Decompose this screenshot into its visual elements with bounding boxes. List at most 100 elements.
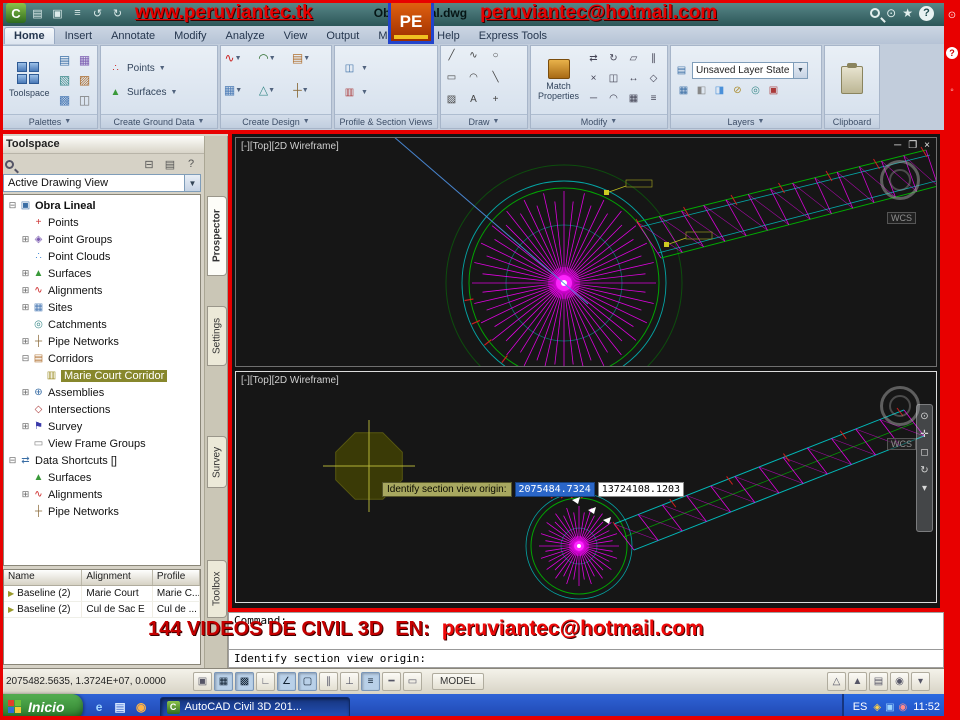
tree-item-sites[interactable]: ⊞ ▦ Sites <box>4 299 200 316</box>
explode-tool-icon[interactable]: ≡ <box>646 91 661 106</box>
infer-constraints-icon[interactable]: ▣ <box>193 672 212 691</box>
toolspace-tab-settings[interactable]: Settings <box>207 306 227 366</box>
styles-palette-icon[interactable]: ▧ <box>56 71 74 89</box>
lineweight-icon[interactable]: ━ <box>382 672 401 691</box>
show-desktop-icon[interactable]: ▤ <box>112 699 129 716</box>
toolspace-help-icon[interactable]: ? <box>183 156 199 172</box>
otrack-icon[interactable]: ∥ <box>319 672 338 691</box>
redo-icon[interactable]: ↻ <box>109 5 126 22</box>
panel-label-modify[interactable]: Modify ▼ <box>531 114 667 128</box>
taskbar-task-autocad[interactable]: C AutoCAD Civil 3D 201... <box>159 696 350 718</box>
tree-item-catchments[interactable]: ◎ Catchments <box>4 316 200 333</box>
text-tool-icon[interactable]: A <box>466 92 481 107</box>
survey-palette-icon[interactable]: ▨ <box>76 71 94 89</box>
full-navigation-wheel-icon[interactable]: ⊙ <box>920 412 928 422</box>
table-column-profile[interactable]: Profile <box>153 570 200 585</box>
toolspace-tab-prospector[interactable]: Prospector <box>207 196 227 276</box>
fillet-tool-icon[interactable]: ◠ <box>606 91 621 106</box>
hatch-tool-icon[interactable]: ▨ <box>444 92 459 107</box>
communication-center-icon[interactable]: ⊙ <box>886 6 896 20</box>
xline-tool-icon[interactable]: ╲ <box>488 70 503 85</box>
table-column-name[interactable]: Name <box>4 570 83 585</box>
zoom-icon[interactable]: ◻ <box>920 448 928 458</box>
panel-label-design[interactable]: Create Design ▼ <box>221 114 331 128</box>
model-space-button[interactable]: MODEL <box>432 673 484 690</box>
toolspace-tab-toolbox[interactable]: Toolbox <box>207 560 227 618</box>
help-icon[interactable]: ? <box>919 5 934 21</box>
preview-area-icon[interactable]: ▤ <box>162 156 178 172</box>
tooltip-y-input[interactable]: 13724108.1203 <box>597 482 685 497</box>
layer-properties-icon[interactable]: ▦ <box>676 83 691 98</box>
table-row[interactable]: ▶ Baseline (2) Marie Court Marie C... <box>4 586 200 602</box>
ribbon-tab-help[interactable]: Help <box>428 28 469 44</box>
language-indicator[interactable]: ES <box>853 701 868 713</box>
corridor-tool-icon[interactable]: ▤ ▼ <box>292 49 310 67</box>
rotate-tool-icon[interactable]: ↻ <box>606 51 621 66</box>
restore-viewport-icon[interactable]: ❐ <box>908 140 917 151</box>
view-selector-dropdown[interactable]: Active Drawing View ▼ <box>3 174 201 192</box>
layer-lock-icon[interactable]: ⊘ <box>730 83 745 98</box>
tool-palettes-icon[interactable]: ▩ <box>56 91 74 109</box>
viewport-top[interactable]: [-][Top][2D Wireframe] ─ ❐ × WCS <box>235 137 937 367</box>
command-prompt[interactable]: Identify section view origin: <box>229 649 943 667</box>
panel-label-ground[interactable]: Create Ground Data ▼ <box>101 114 217 128</box>
viewcube[interactable] <box>880 160 920 200</box>
toolspace-button[interactable]: Toolspace <box>6 60 53 100</box>
more-palettes-icon[interactable]: ◫ <box>76 91 94 109</box>
wcs-label[interactable]: WCS <box>887 212 916 224</box>
tray-volume-icon[interactable]: ◉ <box>899 702 908 713</box>
copy-tool-icon[interactable]: ◫ <box>606 71 621 86</box>
autoscale-icon[interactable]: ▤ <box>869 672 888 691</box>
tree-item-surfaces[interactable]: ⊞ ▲ Surfaces <box>4 265 200 282</box>
ribbon-tab-home[interactable]: Home <box>4 27 55 44</box>
annotation-scale-icon[interactable]: △ <box>827 672 846 691</box>
layer-freeze-icon[interactable]: ◨ <box>712 83 727 98</box>
panorama-icon[interactable]: ▦ <box>76 51 94 69</box>
pipe-network-tool-icon[interactable]: ┼ ▼ <box>292 81 310 99</box>
mirror-tool-icon[interactable]: ▱ <box>626 51 641 66</box>
minimize-viewport-icon[interactable]: ─ <box>894 140 901 151</box>
toolspace-tab-survey[interactable]: Survey <box>207 436 227 488</box>
rectangle-tool-icon[interactable]: ▭ <box>444 70 459 85</box>
item-view-icon[interactable]: ⊟ <box>141 156 157 172</box>
profile-tool-icon[interactable]: ◠ ▼ <box>258 49 276 67</box>
tree-expand-toggle[interactable]: ⊞ <box>21 302 30 313</box>
tree-expand-toggle[interactable]: ⊟ <box>21 353 30 364</box>
osnap-icon[interactable]: ▢ <box>298 672 317 691</box>
navbar-menu-icon[interactable]: ▾ <box>922 484 927 494</box>
tree-item-point-clouds[interactable]: ∴ Point Clouds <box>4 248 200 265</box>
layer-off-icon[interactable]: ◧ <box>694 83 709 98</box>
table-row[interactable]: ▶ Baseline (2) Cul de Sac E Cul de ... <box>4 602 200 618</box>
tree-item-obra-lineal[interactable]: ⊟ ▣ Obra Lineal <box>4 197 200 214</box>
status-menu-icon[interactable]: ▾ <box>911 672 930 691</box>
tree-item-surfaces[interactable]: ▲ Surfaces <box>4 469 200 486</box>
tree-expand-toggle[interactable]: ⊞ <box>21 268 30 279</box>
tree-item-marie-court-corridor[interactable]: ▥ Marie Court Corridor <box>4 367 200 384</box>
tooltip-x-input[interactable]: 2075484.7324 <box>514 482 595 497</box>
section-views-button[interactable]: ▥ ▼ <box>338 83 434 102</box>
open-icon[interactable]: ▤ <box>29 5 46 22</box>
annotation-visibility-icon[interactable]: ▲ <box>848 672 867 691</box>
grid-icon[interactable]: ▩ <box>235 672 254 691</box>
scale-tool-icon[interactable]: ◇ <box>646 71 661 86</box>
parcel-tool-icon[interactable]: ▦ ▼ <box>224 81 242 99</box>
ribbon-tab-modify[interactable]: Modify <box>165 28 215 44</box>
dynamic-input-icon[interactable]: ≡ <box>361 672 380 691</box>
viewport-bottom-label[interactable]: [-][Top][2D Wireframe] <box>241 375 339 386</box>
surfaces-menu-button[interactable]: ▲ Surfaces ▼ <box>104 83 214 102</box>
tree-expand-toggle[interactable]: ⊞ <box>21 421 30 432</box>
quick-properties-icon[interactable]: ▭ <box>403 672 422 691</box>
layer-state-dropdown[interactable]: Unsaved Layer State ▼ <box>692 62 808 79</box>
viewcube[interactable] <box>880 386 920 426</box>
tree-item-assemblies[interactable]: ⊞ ⊕ Assemblies <box>4 384 200 401</box>
ribbon-tab-express-tools[interactable]: Express Tools <box>470 28 556 44</box>
undo-icon[interactable]: ↺ <box>89 5 106 22</box>
panel-label-draw[interactable]: Draw ▼ <box>441 114 527 128</box>
match-properties-button[interactable]: Match Properties <box>534 57 583 103</box>
move-tool-icon[interactable]: ⇄ <box>586 51 601 66</box>
tree-item-survey[interactable]: ⊞ ⚑ Survey <box>4 418 200 435</box>
tree-item-pipe-networks[interactable]: ┼ Pipe Networks <box>4 503 200 520</box>
erase-tool-icon[interactable]: × <box>586 71 601 86</box>
circle-tool-icon[interactable]: ○ <box>488 48 503 63</box>
orbit-icon[interactable]: ↻ <box>920 466 928 476</box>
